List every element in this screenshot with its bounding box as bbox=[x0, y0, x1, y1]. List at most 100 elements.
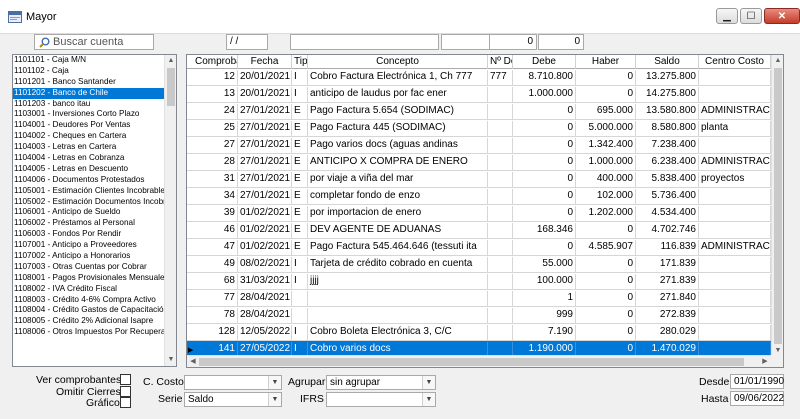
c-costo-select[interactable]: ▼ bbox=[184, 375, 282, 390]
table-row[interactable]: 31 27/01/2021 Epor viaje a viña del mar 0 40… bbox=[187, 171, 771, 188]
table-row[interactable]: 34 27/01/2021 Ecompletar fondo de enzo 0 102… bbox=[187, 188, 771, 205]
date-field[interactable]: / / bbox=[226, 34, 268, 50]
grafico-checkbox[interactable] bbox=[120, 397, 131, 408]
table-row[interactable]: 128 12/05/2022 I Cobro Boleta Electrónica 3… bbox=[187, 324, 771, 341]
account-list-item[interactable]: 1108006 - Otros Impuestos Por Recuperar bbox=[13, 327, 176, 338]
account-list-item[interactable]: 1108001 - Pagos Provisionales Mensuales bbox=[13, 273, 176, 284]
account-list-item[interactable]: 1106002 - Préstamos al Personal bbox=[13, 218, 176, 229]
grid-horizontal-scrollbar[interactable]: ◀ ▶ bbox=[187, 355, 771, 367]
filter-text-field[interactable] bbox=[290, 34, 439, 50]
ledger-grid[interactable]: ComprobanteFechaTipoConceptoNº DocDebeHa… bbox=[186, 54, 784, 368]
table-row[interactable]: 78 28/04/2021 999 0 272.839 bbox=[187, 307, 771, 324]
account-list-item[interactable]: 1101102 - Caja bbox=[13, 66, 176, 77]
account-list-item[interactable]: 1104005 - Letras en Descuento bbox=[13, 164, 176, 175]
close-button[interactable]: ✕ bbox=[764, 8, 800, 24]
table-row[interactable]: 68 31/03/2021 Ijjjj 100.000 0 271.839 bbox=[187, 273, 771, 290]
account-list-scrollbar[interactable]: ▲ ▼ bbox=[164, 55, 176, 366]
column-header-n-doc[interactable]: Nº Doc bbox=[488, 55, 513, 69]
cell-saldo: 280.029 bbox=[636, 325, 699, 340]
column-header-fecha[interactable]: Fecha bbox=[238, 55, 292, 69]
account-list-item[interactable]: 1104001 - Deudores Por Ventas bbox=[13, 120, 176, 131]
account-list-item[interactable]: 1105002 - Estimación Documentos Incobrab… bbox=[13, 197, 176, 208]
maximize-button[interactable]: ☐ bbox=[740, 8, 762, 24]
chevron-down-icon[interactable]: ▼ bbox=[268, 376, 281, 389]
scroll-thumb[interactable] bbox=[167, 68, 175, 106]
search-input[interactable] bbox=[51, 35, 151, 49]
table-row[interactable]: 24 27/01/2021 E Pago Factura 5.654 (SODIMAC… bbox=[187, 103, 771, 120]
table-row[interactable]: 27 27/01/2021 E Pago varios docs (aguas and… bbox=[187, 137, 771, 154]
cell-haber: 0 bbox=[576, 325, 636, 340]
ver-comprobantes-label: Ver comprobantes bbox=[36, 374, 122, 386]
account-list-item[interactable]: 1106001 - Anticipo de Sueldo bbox=[13, 207, 176, 218]
scroll-up-icon[interactable]: ▲ bbox=[772, 55, 783, 67]
cell-comprobante: 34 bbox=[193, 189, 238, 204]
scroll-down-icon[interactable]: ▼ bbox=[165, 354, 176, 366]
omitir-cierres-checkbox[interactable] bbox=[120, 386, 131, 397]
desde-date-field[interactable]: 01/01/1990 bbox=[730, 374, 784, 389]
cell-centro-costo bbox=[699, 138, 771, 153]
account-list-item[interactable]: 1101202 - Banco de Chile bbox=[13, 87, 176, 99]
ver-comprobantes-checkbox[interactable] bbox=[120, 374, 131, 385]
account-list-item[interactable]: 1107003 - Otras Cuentas por Cobrar bbox=[13, 262, 176, 273]
table-row[interactable]: 28 27/01/2021 E ANTICIPO X COMPRA DE ENERO 0… bbox=[187, 154, 771, 171]
account-list-item[interactable]: 1104002 - Cheques en Cartera bbox=[13, 131, 176, 142]
column-header-tipo[interactable]: Tipo bbox=[292, 55, 308, 69]
table-row[interactable]: 12 20/01/2021 I Cobro Factura Electrónica 1… bbox=[187, 69, 771, 86]
account-list-item[interactable]: 1108005 - Crédito 2% Adicional Isapre bbox=[13, 316, 176, 327]
cell-n-doc bbox=[488, 308, 513, 323]
column-header-concepto[interactable]: Concepto bbox=[308, 55, 488, 69]
chevron-down-icon[interactable]: ▼ bbox=[422, 393, 435, 406]
table-row[interactable]: 47 01/02/2021 E Pago Factura 545.464.646 (t… bbox=[187, 239, 771, 256]
account-list-item[interactable]: 1108002 - IVA Crédito Fiscal bbox=[13, 284, 176, 295]
account-list-item[interactable]: 1108004 - Crédito Gastos de Capacitación bbox=[13, 305, 176, 316]
scroll-right-icon[interactable]: ▶ bbox=[759, 356, 771, 367]
account-list-item[interactable]: 1101201 - Banco Santander bbox=[13, 77, 176, 88]
minimize-icon: ▁ bbox=[723, 11, 731, 22]
chevron-down-icon[interactable]: ▼ bbox=[268, 393, 281, 406]
account-search[interactable] bbox=[34, 34, 154, 50]
agrupar-select[interactable]: sin agrupar ▼ bbox=[326, 375, 436, 390]
scroll-up-icon[interactable]: ▲ bbox=[165, 55, 176, 67]
table-row[interactable]: 13 20/01/2021 Ianticipo de laudus por fac … bbox=[187, 86, 771, 103]
number-field-1[interactable]: 0 bbox=[489, 34, 537, 50]
grid-vertical-scrollbar[interactable]: ▲ ▼ bbox=[771, 55, 783, 357]
number-field-2[interactable]: 0 bbox=[538, 34, 584, 50]
cell-comprobante: 39 bbox=[193, 206, 238, 221]
table-row[interactable]: 77 28/04/2021 1 0 271.840 bbox=[187, 290, 771, 307]
account-list-item[interactable]: 1104003 - Letras en Cartera bbox=[13, 142, 176, 153]
cell-saldo: 271.839 bbox=[636, 274, 699, 289]
cell-concepto: por viaje a viña del mar bbox=[308, 172, 488, 187]
cell-n-doc bbox=[488, 223, 513, 238]
minimize-button[interactable]: ▁ bbox=[716, 8, 738, 24]
ifrs-select[interactable]: ▼ bbox=[326, 392, 436, 407]
table-row[interactable]: 46 01/02/2021 E DEV AGENTE DE ADUANAS 168.34… bbox=[187, 222, 771, 239]
cell-comprobante: 49 bbox=[193, 257, 238, 272]
scroll-thumb[interactable] bbox=[774, 68, 782, 344]
column-header-saldo[interactable]: Saldo bbox=[636, 55, 699, 69]
account-list-item[interactable]: 1105001 - Estimación Clientes Incobrable… bbox=[13, 186, 176, 197]
hasta-date-field[interactable]: 09/06/2022 bbox=[730, 391, 784, 406]
chevron-down-icon[interactable]: ▼ bbox=[422, 376, 435, 389]
column-header-centro-costo[interactable]: Centro Costo bbox=[699, 55, 771, 69]
scroll-thumb[interactable] bbox=[199, 358, 744, 366]
column-header-comprobante[interactable]: Comprobante bbox=[193, 55, 238, 69]
table-row[interactable]: 49 08/02/2021 I Tarjeta de crédito cobrado … bbox=[187, 256, 771, 273]
account-list-item[interactable]: 1101203 - banco itau bbox=[13, 99, 176, 110]
account-list-item[interactable]: 1107001 - Anticipo a Proveedores bbox=[13, 240, 176, 251]
account-list-item[interactable]: 1104004 - Letras en Cobranza bbox=[13, 153, 176, 164]
account-list-item[interactable]: 1101101 - Caja M/N bbox=[13, 55, 176, 66]
account-list-item[interactable]: 1106003 - Fondos Por Rendir bbox=[13, 229, 176, 240]
column-header-debe[interactable]: Debe bbox=[513, 55, 576, 69]
account-list-item[interactable]: 1104006 - Documentos Protestados bbox=[13, 175, 176, 186]
account-list[interactable]: 1101101 - Caja M/N 1101102 - Caja 1101201 … bbox=[12, 54, 177, 367]
maximize-icon: ☐ bbox=[746, 11, 756, 22]
cell-haber: 5.000.000 bbox=[576, 121, 636, 136]
serie-select[interactable]: Saldo ▼ bbox=[184, 392, 282, 407]
account-list-item[interactable]: 1107002 - Anticipo a Honorarios bbox=[13, 251, 176, 262]
table-row[interactable]: 25 27/01/2021 E Pago Factura 445 (SODIMAC) 0… bbox=[187, 120, 771, 137]
column-header-haber[interactable]: Haber bbox=[576, 55, 636, 69]
account-list-item[interactable]: 1108003 - Crédito 4-6% Compra Activo bbox=[13, 295, 176, 306]
scroll-left-icon[interactable]: ◀ bbox=[187, 356, 199, 367]
account-list-item[interactable]: 1103001 - Inversiones Corto Plazo bbox=[13, 109, 176, 120]
table-row[interactable]: 39 01/02/2021 Epor importacion de enero 0 1.… bbox=[187, 205, 771, 222]
